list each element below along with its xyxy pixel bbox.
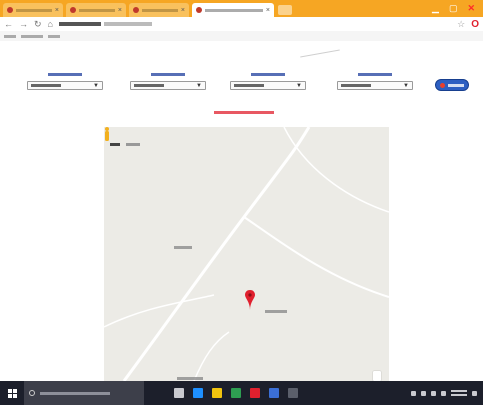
filter-row: ▼ ▼ ▼ ▼ — [0, 73, 483, 103]
filter-polling-station: ▼ — [337, 73, 413, 90]
polling-station-select[interactable]: ▼ — [337, 81, 413, 90]
notifications-icon[interactable] — [472, 390, 477, 396]
filter-district: ▼ — [27, 73, 103, 90]
tab-title — [205, 8, 263, 12]
division-select[interactable]: ▼ — [130, 81, 206, 90]
start-button[interactable] — [0, 381, 24, 405]
minimize-icon[interactable]: ▁ — [432, 3, 439, 14]
select-value — [341, 84, 371, 87]
status-message — [214, 111, 274, 114]
taskbar-clock[interactable] — [451, 390, 467, 396]
go-button-label — [448, 83, 464, 87]
browser-tab[interactable]: × — [3, 3, 63, 17]
district-select[interactable]: ▼ — [27, 81, 103, 90]
opera-taskbar-icon[interactable] — [250, 388, 260, 398]
go-button[interactable] — [435, 79, 469, 91]
select-value — [31, 84, 61, 87]
filter-label — [48, 73, 82, 76]
system-tray — [411, 381, 483, 405]
page-content: ▼ ▼ ▼ ▼ — [0, 41, 483, 381]
forward-icon[interactable]: → — [19, 19, 28, 29]
tab-title — [142, 8, 178, 12]
clock-date — [451, 394, 467, 396]
ac-select[interactable]: ▼ — [230, 81, 306, 90]
url-path — [103, 22, 152, 26]
go-button-icon — [440, 82, 445, 88]
map-type-map[interactable] — [110, 143, 120, 146]
language-icon[interactable] — [441, 390, 446, 396]
store-icon[interactable] — [231, 388, 241, 398]
new-tab-button[interactable] — [278, 5, 292, 15]
filter-ac: ▼ — [230, 73, 306, 90]
filter-division: ▼ — [130, 73, 206, 90]
tab-title — [16, 8, 52, 12]
url-field[interactable] — [58, 22, 451, 26]
windows-icon — [7, 388, 17, 398]
chevron-down-icon: ▼ — [196, 82, 202, 89]
clock-time — [451, 390, 467, 392]
select-value — [134, 84, 164, 87]
bookmark-item[interactable] — [21, 34, 43, 38]
browser-tab[interactable]: × — [129, 3, 189, 17]
map-place-label — [174, 246, 192, 249]
network-icon[interactable] — [411, 390, 416, 396]
divider — [300, 49, 340, 58]
app-icon[interactable] — [269, 388, 279, 398]
tab-favicon-icon — [196, 7, 202, 13]
back-icon[interactable]: ← — [4, 19, 13, 29]
tab-favicon-icon — [133, 7, 139, 13]
pegman-icon[interactable] — [104, 127, 110, 141]
tab-close-icon[interactable]: × — [118, 7, 122, 14]
filter-label — [251, 73, 285, 76]
map-place-label — [177, 377, 203, 380]
filter-label — [358, 73, 392, 76]
browser-tab[interactable]: × — [66, 3, 126, 17]
battery-icon[interactable] — [431, 390, 436, 396]
browser-tab-active[interactable]: × — [192, 3, 274, 17]
chevron-down-icon: ▼ — [296, 82, 302, 89]
bookmark-item[interactable] — [4, 34, 16, 38]
file-explorer-icon[interactable] — [212, 388, 222, 398]
url-host — [58, 22, 101, 26]
edge-icon[interactable] — [193, 388, 203, 398]
map-type-satellite[interactable] — [126, 143, 140, 146]
map-place-label — [265, 310, 287, 313]
taskbar-search-box[interactable] — [24, 381, 144, 405]
search-icon — [29, 390, 35, 396]
address-bar: ← → ↻ ⌂ ☆ O — [0, 17, 483, 31]
search-placeholder — [40, 391, 110, 395]
chevron-down-icon: ▼ — [93, 82, 99, 89]
map-pin-icon[interactable] — [245, 290, 255, 310]
windows-taskbar — [0, 381, 483, 405]
task-view-icon[interactable] — [174, 388, 184, 398]
window-controls: ▁ ▢ ✕ — [432, 0, 483, 17]
tab-close-icon[interactable]: × — [266, 7, 270, 14]
tab-title — [79, 8, 115, 12]
bookmark-star-icon[interactable]: ☆ — [457, 19, 465, 30]
app-icon[interactable] — [288, 388, 298, 398]
browser-tab-bar: × × × × ▁ ▢ ✕ — [0, 0, 483, 17]
map-type-control[interactable] — [110, 141, 140, 148]
tab-close-icon[interactable]: × — [181, 7, 185, 14]
reload-icon[interactable]: ↻ — [34, 19, 42, 30]
bookmark-item[interactable] — [48, 34, 60, 38]
map-roads — [104, 127, 389, 381]
select-value — [234, 84, 264, 87]
tab-favicon-icon — [7, 7, 13, 13]
taskbar-apps — [174, 381, 298, 405]
volume-icon[interactable] — [421, 390, 426, 396]
chevron-down-icon: ▼ — [403, 82, 409, 89]
map-view[interactable] — [104, 127, 389, 381]
browser-menu-icon[interactable]: O — [471, 19, 479, 30]
tab-close-icon[interactable]: × — [55, 7, 59, 14]
close-window-icon[interactable]: ✕ — [467, 3, 475, 14]
filter-label — [151, 73, 185, 76]
bookmarks-bar — [0, 31, 483, 41]
home-icon[interactable]: ⌂ — [48, 19, 53, 29]
tab-favicon-icon — [70, 7, 76, 13]
maximize-icon[interactable]: ▢ — [449, 3, 458, 14]
zoom-control[interactable] — [373, 371, 381, 381]
